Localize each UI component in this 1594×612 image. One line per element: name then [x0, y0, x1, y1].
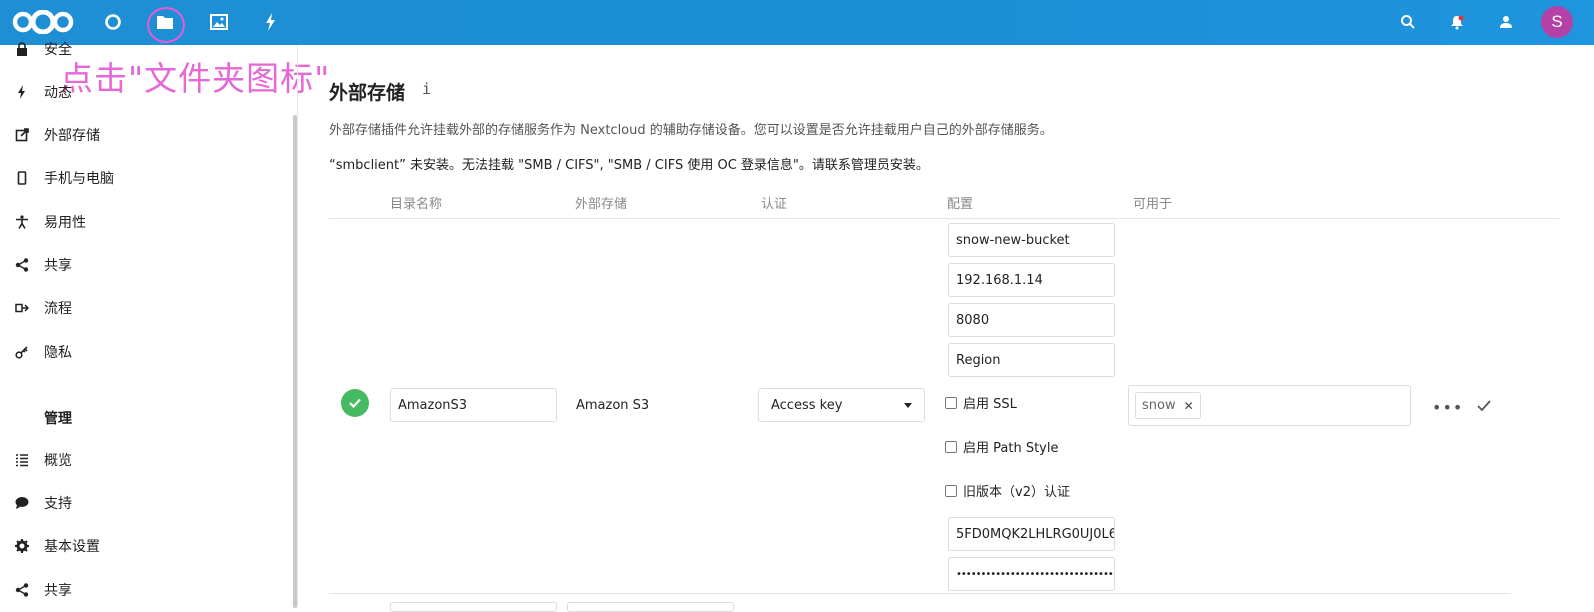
column-header-config: 配置	[947, 197, 974, 212]
sidebar-item-label: 安全	[44, 42, 72, 58]
share-icon	[14, 582, 30, 598]
sidebar-item-label: 易用性	[44, 215, 86, 231]
external-link-icon	[14, 127, 30, 143]
sidebar-item-label: 流程	[44, 301, 72, 317]
sidebar-item-label: 手机与电脑	[44, 171, 114, 187]
share-icon	[14, 257, 30, 273]
host-input[interactable]: 192.168.1.14	[948, 263, 1115, 297]
port-input[interactable]: 8080	[948, 303, 1115, 337]
sidebar-item-privacy[interactable]: 隐私	[14, 340, 72, 364]
ssl-label: 启用 SSL	[963, 397, 1017, 412]
column-header-storage: 外部存储	[575, 197, 628, 212]
info-icon[interactable]: i	[422, 80, 431, 98]
auth-select[interactable]: Access key	[758, 388, 925, 422]
dashboard-icon[interactable]	[101, 10, 125, 34]
key-icon	[14, 344, 30, 360]
photos-icon[interactable]	[207, 10, 231, 34]
phone-icon	[14, 170, 30, 186]
region-input[interactable]: Region	[948, 343, 1115, 377]
page-title: 外部存储	[329, 82, 406, 104]
top-header: S	[0, 0, 1594, 45]
available-for-input[interactable]: snow ✕	[1128, 385, 1411, 426]
ssl-checkbox[interactable]: 启用 SSL	[945, 393, 1017, 412]
chevron-down-icon	[904, 402, 912, 408]
nextcloud-logo-icon[interactable]	[12, 9, 74, 35]
new-storage-select[interactable]	[567, 602, 734, 612]
path-style-label: 启用 Path Style	[963, 441, 1059, 456]
checkbox-box[interactable]	[945, 440, 957, 453]
lock-icon	[14, 41, 30, 57]
avatar-letter: S	[1551, 12, 1563, 31]
close-icon[interactable]: ✕	[1184, 399, 1194, 413]
save-check-icon[interactable]	[1476, 398, 1494, 414]
sidebar-divider	[297, 45, 298, 608]
contacts-icon[interactable]	[1495, 11, 1517, 33]
activity-icon	[14, 84, 30, 100]
list-icon	[14, 452, 30, 468]
status-ok-icon	[341, 389, 369, 417]
notifications-icon[interactable]	[1446, 11, 1468, 33]
accessibility-icon	[14, 214, 30, 230]
search-icon[interactable]	[1397, 11, 1419, 33]
sidebar-item-label: 共享	[44, 258, 72, 274]
sidebar-item-external-storage[interactable]: 外部存储	[14, 123, 100, 147]
path-style-checkbox[interactable]: 启用 Path Style	[945, 437, 1058, 456]
sidebar-item-label: 隐私	[44, 345, 72, 361]
sidebar-item-flow[interactable]: 流程	[14, 296, 72, 320]
column-header-folder-name: 目录名称	[390, 197, 443, 212]
checkbox-box[interactable]	[945, 396, 957, 409]
sidebar-item-overview[interactable]: 概览	[14, 448, 72, 472]
column-header-auth: 认证	[761, 197, 788, 212]
description-text: 外部存储插件允许挂载外部的存储服务作为 Nextcloud 的辅助存储设备。您可…	[329, 123, 1053, 138]
sidebar-item-admin-sharing[interactable]: 共享	[14, 578, 72, 602]
sidebar-item-security[interactable]: 安全	[14, 37, 72, 61]
bucket-input[interactable]: snow-new-bucket	[948, 223, 1115, 257]
sidebar-item-activity[interactable]: 动态	[14, 80, 72, 104]
table-row-divider	[329, 593, 1511, 594]
auth-select-value: Access key	[771, 397, 843, 413]
avatar[interactable]: S	[1541, 6, 1573, 38]
legacy-auth-checkbox[interactable]: 旧版本（v2）认证	[945, 481, 1070, 500]
annotation-circle	[147, 7, 185, 43]
gear-icon	[14, 538, 30, 554]
activity-icon[interactable]	[259, 10, 283, 34]
legacy-auth-label: 旧版本（v2）认证	[963, 485, 1070, 500]
sidebar-item-sharing[interactable]: 共享	[14, 253, 72, 277]
sidebar-item-accessibility[interactable]: 易用性	[14, 210, 86, 234]
column-header-available-for: 可用于	[1133, 197, 1173, 212]
access-key-input[interactable]: 5FD0MQK2LHLRG0UJ0L6	[948, 517, 1115, 551]
sidebar-item-label: 共享	[44, 583, 72, 599]
sidebar-item-support[interactable]: 支持	[14, 491, 72, 515]
folder-name-input[interactable]: AmazonS3	[390, 388, 557, 422]
flow-icon	[14, 300, 30, 316]
sidebar-item-label: 外部存储	[44, 128, 100, 144]
sidebar-admin-heading: 管理	[44, 411, 72, 427]
sidebar-item-label: 基本设置	[44, 539, 100, 555]
user-tag-label: snow	[1142, 398, 1176, 413]
table-header-divider	[329, 218, 1559, 219]
chat-icon	[14, 495, 30, 511]
smbclient-warning: “smbclient” 未安装。无法挂载 "SMB / CIFS", "SMB …	[329, 158, 929, 173]
sidebar-item-label: 概览	[44, 453, 72, 469]
secret-key-input[interactable]: ••••••••••••••••••••••••••••••••••	[948, 557, 1115, 591]
storage-type: Amazon S3	[576, 398, 650, 413]
sidebar-item-label: 支持	[44, 496, 72, 512]
sidebar-item-mobile[interactable]: 手机与电脑	[14, 166, 114, 190]
more-options-button[interactable]: •••	[1432, 398, 1463, 417]
annotation-text: 点击"文件夹图标"	[60, 59, 331, 98]
checkbox-box[interactable]	[945, 484, 957, 497]
sidebar-item-label: 动态	[44, 85, 72, 101]
new-folder-name-input[interactable]	[390, 602, 557, 612]
sidebar-item-basic-settings[interactable]: 基本设置	[14, 534, 100, 558]
user-tag: snow ✕	[1135, 392, 1201, 419]
